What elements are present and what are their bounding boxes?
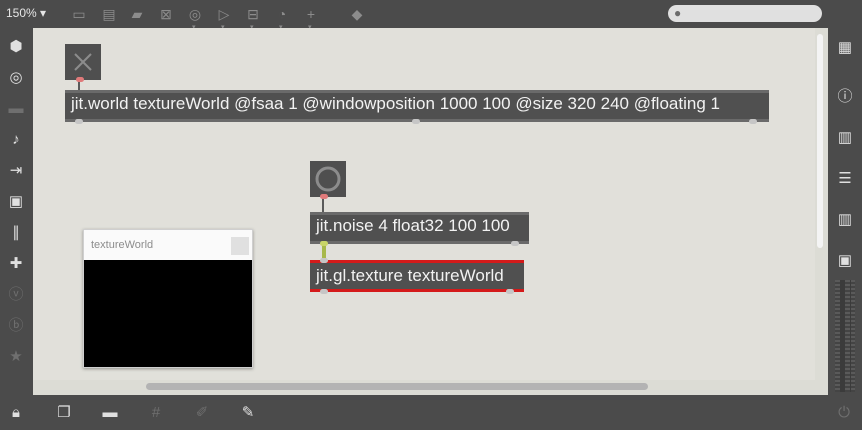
- window-title: textureWorld: [84, 230, 252, 260]
- star-icon[interactable]: ★: [6, 347, 26, 367]
- power-icon[interactable]: ⏻: [834, 403, 854, 423]
- left-sidebar: ⬢ ◎ ▬ ♪ ⇥ ▣ ∥ ✚ ⓥ ⓑ ★: [0, 28, 33, 395]
- outlet-port[interactable]: [320, 241, 328, 246]
- snapshot-icon[interactable]: ▣: [835, 251, 855, 271]
- bang-circle-icon: [315, 166, 341, 192]
- toggle-icon[interactable]: ⊠: [157, 5, 175, 23]
- info-icon[interactable]: ⓘ: [835, 87, 855, 107]
- presentation-icon[interactable]: ▬: [100, 403, 120, 423]
- presentation-icon[interactable]: ▭: [70, 5, 88, 23]
- b-icon[interactable]: ⓑ: [6, 316, 26, 336]
- outlet-port[interactable]: [75, 119, 83, 124]
- object-text: jit.world textureWorld @fsaa 1 @windowpo…: [71, 94, 720, 113]
- horizontal-scrollbar[interactable]: [146, 383, 648, 390]
- search-input[interactable]: ●: [668, 5, 822, 22]
- dial-icon[interactable]: ◔: [273, 5, 291, 37]
- object-top-bar: [65, 90, 769, 93]
- right-sidebar: ▦ ⓘ ▥ ☰ ▥ ▣: [828, 28, 862, 395]
- zoom-menu[interactable]: 150% ▾: [6, 6, 46, 20]
- jit-world-object[interactable]: jit.world textureWorld @fsaa 1 @windowpo…: [65, 90, 769, 124]
- meter-divider: [840, 280, 845, 392]
- search-icon: ●: [674, 6, 682, 20]
- bang-button[interactable]: [310, 161, 346, 199]
- object-top-bar: [310, 212, 529, 215]
- top-toolbar: 150% ▾ ▭ ▤ ▰ ⊠ ◎ ▷ ⊟ ◔ + ◆ ●: [0, 0, 862, 37]
- outlet-port[interactable]: [412, 119, 420, 124]
- level-meter: [835, 280, 855, 392]
- close-x-icon: [74, 53, 92, 71]
- comment-bubble-icon[interactable]: ▰: [128, 5, 146, 23]
- outlet-port[interactable]: [749, 119, 757, 124]
- outlet-port[interactable]: [511, 241, 519, 246]
- render-window[interactable]: textureWorld: [83, 229, 253, 368]
- outlet-port[interactable]: [76, 77, 84, 82]
- inlet-port[interactable]: [320, 258, 328, 263]
- music-note-icon[interactable]: ♪: [6, 130, 26, 150]
- list-icon[interactable]: ☰: [835, 169, 855, 189]
- object-text: jit.noise 4 float32 100 100: [316, 216, 510, 235]
- lock-icon[interactable]: 🔒︎: [6, 403, 26, 423]
- outlet-port[interactable]: [506, 289, 514, 294]
- jit-noise-object[interactable]: jit.noise 4 float32 100 100: [310, 212, 529, 246]
- bottom-toolbar: 🔒︎ ❐ ▬ # ✐ ✎ ⏻: [0, 395, 862, 430]
- object-bottom-bar: [310, 241, 529, 244]
- magnet-icon[interactable]: ✐: [192, 403, 212, 423]
- jit-gl-texture-object[interactable]: jit.gl.texture textureWorld: [310, 258, 524, 294]
- keyboard-icon[interactable]: ▬: [6, 99, 26, 119]
- plug-icon[interactable]: ✚: [6, 254, 26, 274]
- windows-icon[interactable]: ❐: [54, 403, 74, 423]
- comment-icon[interactable]: ▤: [100, 5, 118, 23]
- book-icon[interactable]: ▥: [835, 128, 855, 148]
- vertical-scrollbar[interactable]: [817, 34, 823, 248]
- grid-icon[interactable]: ▦: [835, 38, 855, 58]
- cube-icon[interactable]: ⬢: [6, 37, 26, 57]
- window-close-button[interactable]: [231, 237, 249, 255]
- minus-icon[interactable]: ⊟: [244, 5, 262, 37]
- target-icon[interactable]: ◎: [6, 68, 26, 88]
- meter-divider: [850, 280, 851, 392]
- plus-icon[interactable]: +: [302, 5, 320, 37]
- outlet-port[interactable]: [320, 289, 328, 294]
- vimeo-icon[interactable]: ⓥ: [6, 285, 26, 305]
- paperclip-icon[interactable]: ∥: [6, 223, 26, 243]
- paint-bucket-icon[interactable]: ◆: [348, 5, 366, 23]
- patch-cord[interactable]: [322, 197, 324, 212]
- step-play-icon[interactable]: ⇥: [6, 161, 26, 181]
- number-box-icon[interactable]: ◎: [186, 5, 204, 37]
- wrench-icon[interactable]: ✎: [238, 403, 258, 423]
- outlet-port[interactable]: [320, 194, 328, 199]
- open-book-icon[interactable]: ▥: [835, 210, 855, 230]
- grid-hash-icon[interactable]: #: [146, 403, 166, 423]
- image-icon[interactable]: ▣: [6, 192, 26, 212]
- object-text: jit.gl.texture textureWorld: [316, 266, 504, 285]
- toggle-button[interactable]: [65, 44, 101, 82]
- play-icon[interactable]: ▷: [215, 5, 233, 37]
